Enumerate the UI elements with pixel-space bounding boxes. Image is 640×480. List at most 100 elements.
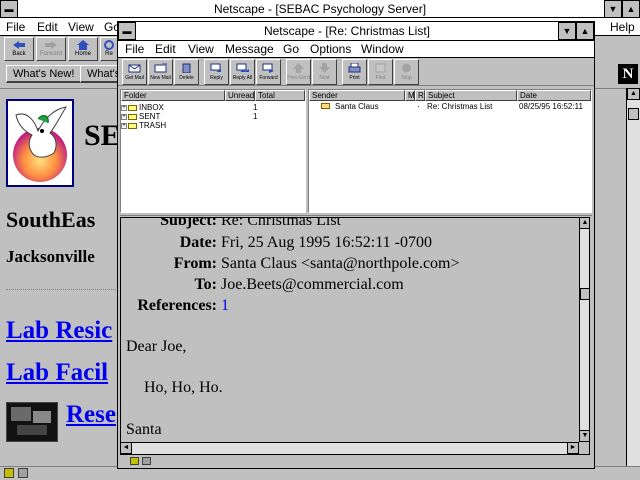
maximize-button[interactable]: ▲ [622, 0, 640, 18]
back-arrow-icon [12, 40, 26, 50]
message-row[interactable]: Santa Claus · Re: Christmas List 08/25/9… [309, 102, 593, 111]
body-horizontal-scrollbar[interactable]: ◄ ► [121, 442, 579, 454]
delete-icon [180, 63, 193, 74]
up-arrow-icon [292, 63, 305, 73]
lab-facilities-link[interactable]: Lab Facil [6, 359, 108, 387]
marked-column-header[interactable]: M [405, 90, 415, 101]
get-mail-icon [128, 63, 141, 73]
mail-minimize-button[interactable]: ▼ [558, 22, 576, 40]
folder-icon [128, 122, 137, 129]
mail-maximize-button[interactable]: ▲ [576, 22, 594, 40]
page-subheading: Jacksonville [6, 247, 95, 266]
mail-menu-file[interactable]: File [125, 42, 144, 56]
menu-file[interactable]: File [6, 20, 25, 34]
expand-icon[interactable]: + [121, 122, 127, 129]
page-heading: SouthEas [6, 207, 96, 232]
scroll-right-icon[interactable]: ► [567, 442, 579, 454]
message-list-pane: Sender M R Subject Date Santa Claus · Re… [308, 89, 592, 213]
next-button[interactable]: Next [312, 59, 337, 85]
print-button[interactable]: Print [342, 59, 367, 85]
folder-icon [128, 104, 137, 111]
printer-icon [348, 62, 361, 73]
menu-view[interactable]: View [68, 20, 94, 34]
scroll-left-icon[interactable]: ◄ [121, 442, 132, 454]
mail-window: ▬ Netscape - [Re: Christmas List] ▼ ▲ Fi… [117, 21, 595, 469]
reply-all-icon [236, 63, 249, 73]
previous-unread-button[interactable]: Prev Unrd [286, 59, 311, 85]
get-mail-button[interactable]: Get Mail [122, 59, 147, 85]
whats-new-button[interactable]: What's New! [6, 65, 83, 83]
mail-status-icon[interactable] [18, 468, 28, 478]
netscape-logo: N [618, 64, 638, 84]
browser-vertical-scrollbar[interactable]: ▲ [626, 88, 640, 466]
total-column-header[interactable]: Total [255, 90, 305, 101]
minimize-button[interactable]: ▼ [604, 0, 622, 18]
mail-status-bar [120, 456, 592, 467]
mail-menu-message[interactable]: Message [225, 42, 274, 56]
reload-button[interactable]: Re [100, 37, 118, 61]
scroll-thumb[interactable] [580, 288, 589, 300]
message-greeting: Dear Joe, [126, 338, 187, 355]
menu-help[interactable]: Help [610, 20, 635, 34]
pane-splitter[interactable] [120, 213, 592, 216]
new-mail-button[interactable]: New Mail [148, 59, 173, 85]
mail-title-bar: ▬ Netscape - [Re: Christmas List] ▼ ▲ [118, 22, 594, 41]
message-body-pane: Subject: Re: Christmas List Date: Fri, 2… [120, 217, 590, 455]
security-key-icon [4, 468, 14, 478]
delete-button[interactable]: Delete [174, 59, 199, 85]
reply-all-button[interactable]: Reply All [230, 59, 255, 85]
mail-menu-edit[interactable]: Edit [155, 42, 176, 56]
folder-row-trash[interactable]: + TRASH [121, 121, 305, 130]
subject-column-header[interactable]: Subject [425, 90, 517, 101]
expand-icon[interactable]: + [121, 113, 127, 120]
forward-button[interactable]: Forward [36, 37, 66, 61]
home-button[interactable]: Home [68, 37, 98, 61]
research-thumbnail-image[interactable] [6, 402, 58, 442]
scroll-thumb[interactable] [628, 108, 639, 120]
mail-menu-options[interactable]: Options [310, 42, 351, 56]
forward-mail-button[interactable]: Forward [256, 59, 281, 85]
message-signature: Santa [126, 421, 162, 438]
unread-column-header[interactable]: Unread [225, 90, 255, 101]
mail-menu-view[interactable]: View [188, 42, 214, 56]
folder-pane: Folder Unread Total + INBOX 1 + SENT 1 + TR… [120, 89, 306, 213]
reference-link[interactable]: 1 [221, 297, 229, 314]
folder-icon [128, 113, 137, 120]
browser-title-bar: ▬ Netscape - [SEBAC Psychology Server] ▼… [0, 0, 640, 18]
mail-system-menu-icon[interactable]: ▬ [118, 22, 136, 40]
stop-button[interactable]: Stop [394, 59, 419, 85]
security-key-icon [130, 457, 139, 465]
back-button[interactable]: Back [4, 37, 34, 61]
page-logo-text: SE [84, 119, 121, 152]
expand-icon[interactable]: + [121, 104, 127, 111]
find-icon [374, 63, 387, 73]
mail-menu-go[interactable]: Go [283, 42, 299, 56]
read-dot: · [417, 102, 420, 111]
folder-column-header[interactable]: Folder [121, 90, 225, 101]
sender-column-header[interactable]: Sender [309, 90, 405, 101]
reply-button[interactable]: Reply [204, 59, 229, 85]
research-link[interactable]: Rese [66, 401, 116, 429]
scroll-down-icon[interactable]: ▼ [579, 430, 589, 442]
reload-icon [104, 40, 114, 50]
home-icon [76, 40, 90, 50]
menu-edit[interactable]: Edit [37, 20, 58, 34]
mail-menu-window[interactable]: Window [361, 42, 404, 56]
horizontal-rule [6, 289, 126, 290]
scroll-up-icon[interactable]: ▲ [627, 88, 640, 100]
stop-icon [400, 63, 413, 73]
sebac-logo-image [6, 99, 74, 187]
lab-residents-link[interactable]: Lab Resic [6, 317, 112, 345]
scroll-up-icon[interactable]: ▲ [579, 218, 589, 229]
folder-row-inbox[interactable]: + INBOX 1 [121, 103, 305, 112]
forward-arrow-icon [44, 40, 58, 50]
body-vertical-scrollbar[interactable]: ▲ ▼ [579, 218, 589, 442]
find-button[interactable]: Find [368, 59, 393, 85]
read-column-header[interactable]: R [415, 90, 425, 101]
message-body-text: Ho, Ho, Ho. [144, 379, 223, 396]
envelope-icon [321, 103, 330, 109]
folder-row-sent[interactable]: + SENT 1 [121, 112, 305, 121]
date-column-header[interactable]: Date [517, 90, 591, 101]
browser-title: Netscape - [SEBAC Psychology Server] [213, 2, 427, 16]
mail-menu-bar: File Edit View Message Go Options Window [118, 41, 594, 58]
